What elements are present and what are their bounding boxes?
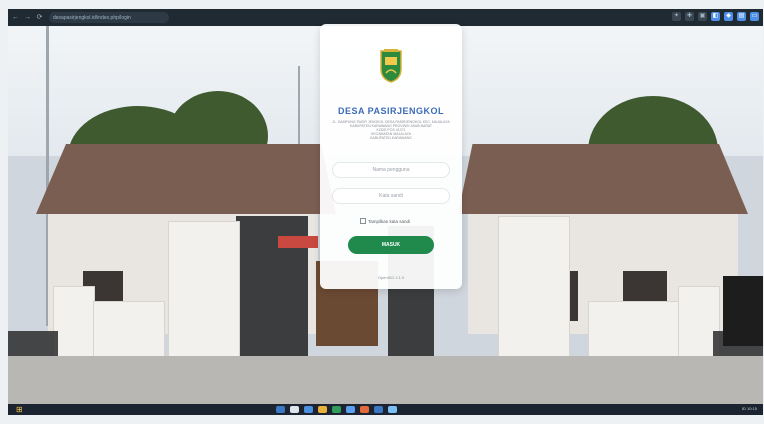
extension-icon[interactable]: ◆ <box>724 12 733 21</box>
login-button[interactable]: MASUK <box>348 236 434 254</box>
app-icon[interactable] <box>318 406 327 413</box>
village-emblem-icon <box>380 49 402 83</box>
forward-icon[interactable]: → <box>23 13 32 22</box>
url-text: desapasirjengkol.id/index.php/login <box>53 14 131 21</box>
screen-frame: ← → ⟳ desapasirjengkol.id/index.php/logi… <box>8 9 763 413</box>
login-card: DESA PASIRJENGKOL JL. KAMPUNG PASIR JENG… <box>320 24 462 289</box>
red-banner <box>278 236 318 248</box>
app-icon[interactable] <box>388 406 397 413</box>
username-input[interactable]: Nama pengguna <box>332 162 450 178</box>
signboard <box>723 276 763 346</box>
extension-icon[interactable]: ✦ <box>672 12 681 21</box>
right-roof <box>458 144 748 214</box>
extension-icon[interactable]: ✚ <box>685 12 694 21</box>
start-icon[interactable]: ⊞ <box>16 405 26 414</box>
app-icon[interactable] <box>332 406 341 413</box>
app-icon[interactable] <box>346 406 355 413</box>
extension-icons: ✦ ✚ ▣ ◧ ◆ ▤ ▭ <box>672 12 759 21</box>
address-bar[interactable]: desapasirjengkol.id/index.php/login <box>49 12 169 23</box>
taskbar: ⊞ ID 10:15 <box>8 404 763 415</box>
password-input[interactable]: Kata sandi <box>332 188 450 204</box>
extension-icon[interactable]: ▣ <box>698 12 707 21</box>
reload-icon[interactable]: ⟳ <box>35 13 44 22</box>
show-password-label: Tampilkan kata sandi <box>368 218 411 224</box>
ground <box>8 356 763 411</box>
taskbar-icons <box>276 406 397 413</box>
app-icon[interactable] <box>290 406 299 413</box>
version-text: OpenSID 2.1.0 <box>377 275 405 280</box>
extension-icon[interactable]: ▭ <box>750 12 759 21</box>
show-password-row[interactable]: Tampilkan kata sandi <box>360 218 410 224</box>
back-icon[interactable]: ← <box>11 13 20 22</box>
extension-icon[interactable]: ◧ <box>711 12 720 21</box>
show-password-checkbox[interactable] <box>360 218 366 224</box>
app-icon[interactable] <box>276 406 285 413</box>
app-icon[interactable] <box>304 406 313 413</box>
system-tray[interactable]: ID 10:15 <box>742 406 757 411</box>
address-line: KABUPATEN KARAWANG <box>370 136 412 140</box>
app-icon[interactable] <box>374 406 383 413</box>
extension-icon[interactable]: ▤ <box>737 12 746 21</box>
window <box>623 271 667 303</box>
left-roof <box>36 144 336 214</box>
app-icon[interactable] <box>360 406 369 413</box>
login-title: DESA PASIRJENGKOL <box>337 106 444 116</box>
